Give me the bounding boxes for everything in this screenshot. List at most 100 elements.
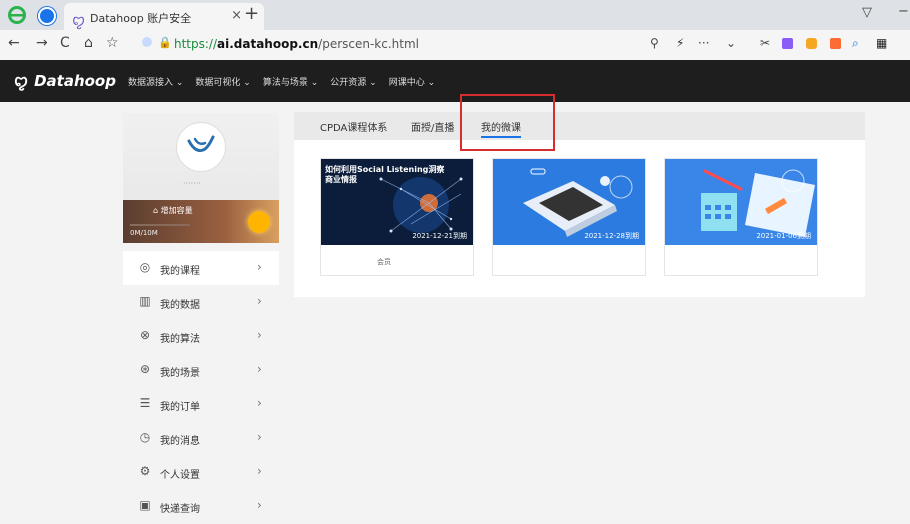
url-text[interactable]: https://ai.datahoop.cn/perscen-kc.html — [174, 37, 419, 51]
nav-label: 数据源接入 — [128, 78, 174, 88]
logo-bird-icon: ꨄ — [14, 72, 29, 90]
forward-arrow-icon[interactable]: → — [36, 35, 48, 51]
chevron-right-icon: › — [257, 430, 262, 444]
chevron-right-icon: › — [257, 498, 262, 512]
sidebar-item-label: 我的算法 — [160, 334, 200, 345]
apps-grid-icon[interactable]: ▦ — [876, 36, 887, 50]
search-icon[interactable]: ⌕ — [852, 36, 859, 51]
sidebar-item-label: 我的数据 — [160, 300, 200, 311]
browser-logo-icon[interactable] — [8, 6, 26, 24]
chevron-right-icon: › — [257, 464, 262, 478]
sidebar-item-label: 我的订单 — [160, 402, 200, 413]
algorithm-icon: ⊗ — [139, 328, 151, 342]
course-title: 如何利用Social Listening洞察商业情报 — [325, 165, 445, 184]
chevron-right-icon: › — [257, 396, 262, 410]
logo-text: Datahoop — [34, 72, 116, 90]
course-thumbnail: 2021-12-28到期 — [493, 159, 645, 245]
member-tag: 会员 — [377, 258, 391, 266]
username: ······· — [183, 179, 201, 188]
extension-icon[interactable] — [38, 7, 56, 25]
tab-cpda-courses[interactable]: CPDA课程体系 — [320, 119, 387, 134]
chevron-right-icon: › — [257, 294, 262, 308]
add-capacity-button[interactable]: ⌂ 增加容量 — [153, 205, 193, 216]
course-card[interactable]: 如何利用Social Listening洞察商业情报 2021-12-21到期 … — [320, 158, 474, 276]
shield-extension-icon[interactable] — [806, 38, 817, 49]
url-domain: ai.datahoop.cn — [217, 37, 319, 51]
datahoop-favicon-icon: ꨄ — [72, 13, 86, 29]
cut-icon[interactable]: ✂ — [760, 36, 770, 50]
zoom-icon[interactable]: ⚲ — [650, 36, 659, 50]
nav-label: 公开资源 — [330, 78, 367, 88]
sidebar-item[interactable]: ⊗ 我的算法 › — [123, 319, 279, 353]
course-card[interactable]: 2021-01-06到期 — [664, 158, 818, 276]
url-path: /perscen-kc.html — [318, 37, 419, 51]
browser-tab[interactable]: ꨄ Datahoop 账户安全 × — [64, 3, 264, 30]
scene-icon: ⊛ — [139, 362, 151, 376]
sidebar-item[interactable]: ◎ 我的课程 › — [123, 251, 279, 285]
storage-progress-bar — [130, 224, 190, 226]
dropdown-icon[interactable]: ⌄ — [726, 36, 736, 50]
sidebar-item[interactable]: ☰ 我的订单 › — [123, 387, 279, 421]
order-icon: ☰ — [139, 396, 151, 410]
capacity-icon: ⌂ — [153, 206, 161, 215]
bookmark-star-icon[interactable]: ☆ — [106, 35, 119, 51]
cat-extension-icon[interactable] — [830, 38, 841, 49]
tab-label: CPDA课程体系 — [320, 123, 388, 134]
course-thumbnail: 2021-01-06到期 — [665, 159, 817, 245]
sun-icon — [248, 211, 270, 233]
sidebar-item[interactable]: ⊛ 我的场景 › — [123, 353, 279, 387]
expiry-date: 2021-12-28到期 — [584, 232, 639, 240]
flash-icon[interactable]: ⚡ — [676, 36, 684, 50]
storage-panel: ⌂ 增加容量 0M/10M — [123, 200, 279, 243]
sidebar-item-label: 个人设置 — [160, 470, 200, 481]
add-capacity-label: 增加容量 — [160, 206, 193, 215]
chevron-right-icon: › — [257, 362, 262, 376]
nav-algorithm-scene[interactable]: 算法与场景 ⌄ — [263, 75, 318, 88]
notes-extension-icon[interactable] — [782, 38, 793, 49]
nav-data-source[interactable]: 数据源接入 ⌄ — [128, 75, 183, 88]
tab-offline-live[interactable]: 面授/直播 — [411, 119, 454, 134]
tab-label: 面授/直播 — [411, 123, 455, 134]
sidebar-item-label: 我的课程 — [160, 266, 200, 277]
reload-icon[interactable]: C — [60, 35, 70, 51]
message-icon: ◷ — [139, 430, 151, 444]
course-tabs: CPDA课程体系 面授/直播 我的微课 — [294, 112, 865, 140]
avatar[interactable] — [176, 122, 226, 172]
sidebar-item[interactable]: ▥ 我的数据 › — [123, 285, 279, 319]
browser-navbar: ← → C ⌂ ☆ 🔒 https://ai.datahoop.cn/persc… — [0, 30, 910, 61]
nav-label: 网课中心 — [388, 78, 425, 88]
sidebar-item-label: 快递查询 — [160, 504, 200, 515]
side-menu: ◎ 我的课程 › ▥ 我的数据 › ⊗ 我的算法 › ⊛ 我的场景 › ☰ 我的订单 › ◷ 我的消息 › ⚙ 个人设… — [123, 251, 279, 523]
nav-public-resources[interactable]: 公开资源 ⌄ — [330, 75, 376, 88]
main-nav: 数据源接入 ⌄ 数据可视化 ⌄ 算法与场景 ⌄ 公开资源 ⌄ 网课中心 ⌄ — [128, 75, 435, 88]
nav-visualization[interactable]: 数据可视化 ⌄ — [195, 75, 250, 88]
chevron-right-icon: › — [257, 260, 262, 274]
sidebar-item[interactable]: ▣ 快递查询 › — [123, 489, 279, 523]
site-info-icon[interactable] — [142, 37, 152, 47]
tab-title: Datahoop 账户安全 — [90, 12, 192, 25]
chevron-right-icon: › — [257, 328, 262, 342]
back-arrow-icon[interactable]: ← — [8, 35, 20, 51]
course-card[interactable]: 2021-12-28到期 — [492, 158, 646, 276]
sidebar-item[interactable]: ◷ 我的消息 › — [123, 421, 279, 455]
minimize-button[interactable]: − — [898, 4, 909, 19]
profile-card: ······· ⌂ 增加容量 0M/10M — [123, 113, 279, 243]
browser-tab-strip: ꨄ Datahoop 账户安全 × + ▽ − — [0, 0, 910, 30]
user-bird-icon — [187, 135, 215, 153]
sidebar-item[interactable]: ⚙ 个人设置 › — [123, 455, 279, 489]
tab-close-icon[interactable]: × — [231, 8, 242, 23]
tab-list-icon[interactable]: ▽ — [862, 5, 872, 20]
nav-label: 算法与场景 — [262, 78, 308, 88]
data-chart-icon: ▥ — [139, 294, 151, 308]
new-tab-button[interactable]: + — [244, 3, 259, 24]
more-icon[interactable]: ··· — [698, 36, 709, 50]
address-bar[interactable]: 🔒 https://ai.datahoop.cn/perscen-kc.html — [132, 34, 602, 56]
datahoop-logo[interactable]: ꨄ Datahoop — [14, 70, 116, 92]
nav-label: 数据可视化 — [195, 78, 241, 88]
nav-online-courses[interactable]: 网课中心 ⌄ — [389, 75, 435, 88]
lock-icon: 🔒 — [158, 36, 172, 49]
express-query-icon: ▣ — [139, 498, 151, 512]
home-icon[interactable]: ⌂ — [84, 35, 93, 51]
sidebar-item-label: 我的消息 — [160, 436, 200, 447]
expiry-date: 2021-12-21到期 — [412, 232, 467, 240]
